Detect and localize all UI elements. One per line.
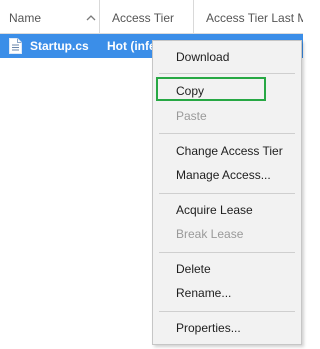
column-header-access-tier-last-modified-label: Access Tier Last M [206,11,303,25]
menu-item-acquire-lease-label: Acquire Lease [176,203,253,217]
menu-item-delete-label: Delete [176,262,211,276]
menu-item-paste: Paste [153,104,301,128]
menu-item-download-label: Download [176,50,230,64]
sort-ascending-icon [86,15,96,21]
menu-separator [159,133,295,134]
column-header-name-label: Name [9,11,42,25]
menu-item-manage-access[interactable]: Manage Access... [153,163,301,187]
list-header: Name Access Tier Access Tier Last M [0,0,303,34]
menu-item-delete[interactable]: Delete [153,257,301,281]
column-header-access-tier-label: Access Tier [112,11,175,25]
menu-item-manage-access-label: Manage Access... [176,168,271,182]
context-menu: Download Copy Paste Change Access Tier M… [152,40,302,345]
file-name: Startup.cs [30,39,89,53]
file-access-tier: Hot (infe [107,39,156,53]
menu-separator [159,73,295,74]
menu-item-break-lease-label: Break Lease [176,227,244,241]
menu-item-paste-label: Paste [176,109,207,123]
menu-item-properties-label: Properties... [176,321,241,335]
menu-separator [159,193,295,194]
file-icon [9,38,22,54]
menu-item-acquire-lease[interactable]: Acquire Lease [153,198,301,222]
copy-highlight-box [156,77,266,101]
menu-item-download[interactable]: Download [153,45,301,69]
menu-item-change-access-tier-label: Change Access Tier [176,144,283,158]
menu-separator [159,311,295,312]
menu-item-change-access-tier[interactable]: Change Access Tier [153,139,301,163]
menu-item-properties[interactable]: Properties... [153,316,301,340]
menu-separator [159,252,295,253]
menu-item-break-lease: Break Lease [153,222,301,246]
column-header-access-tier-last-modified[interactable]: Access Tier Last M [194,0,303,33]
column-header-name[interactable]: Name [0,0,100,33]
menu-item-rename[interactable]: Rename... [153,281,301,305]
menu-item-rename-label: Rename... [176,286,232,300]
column-header-access-tier[interactable]: Access Tier [100,0,194,33]
